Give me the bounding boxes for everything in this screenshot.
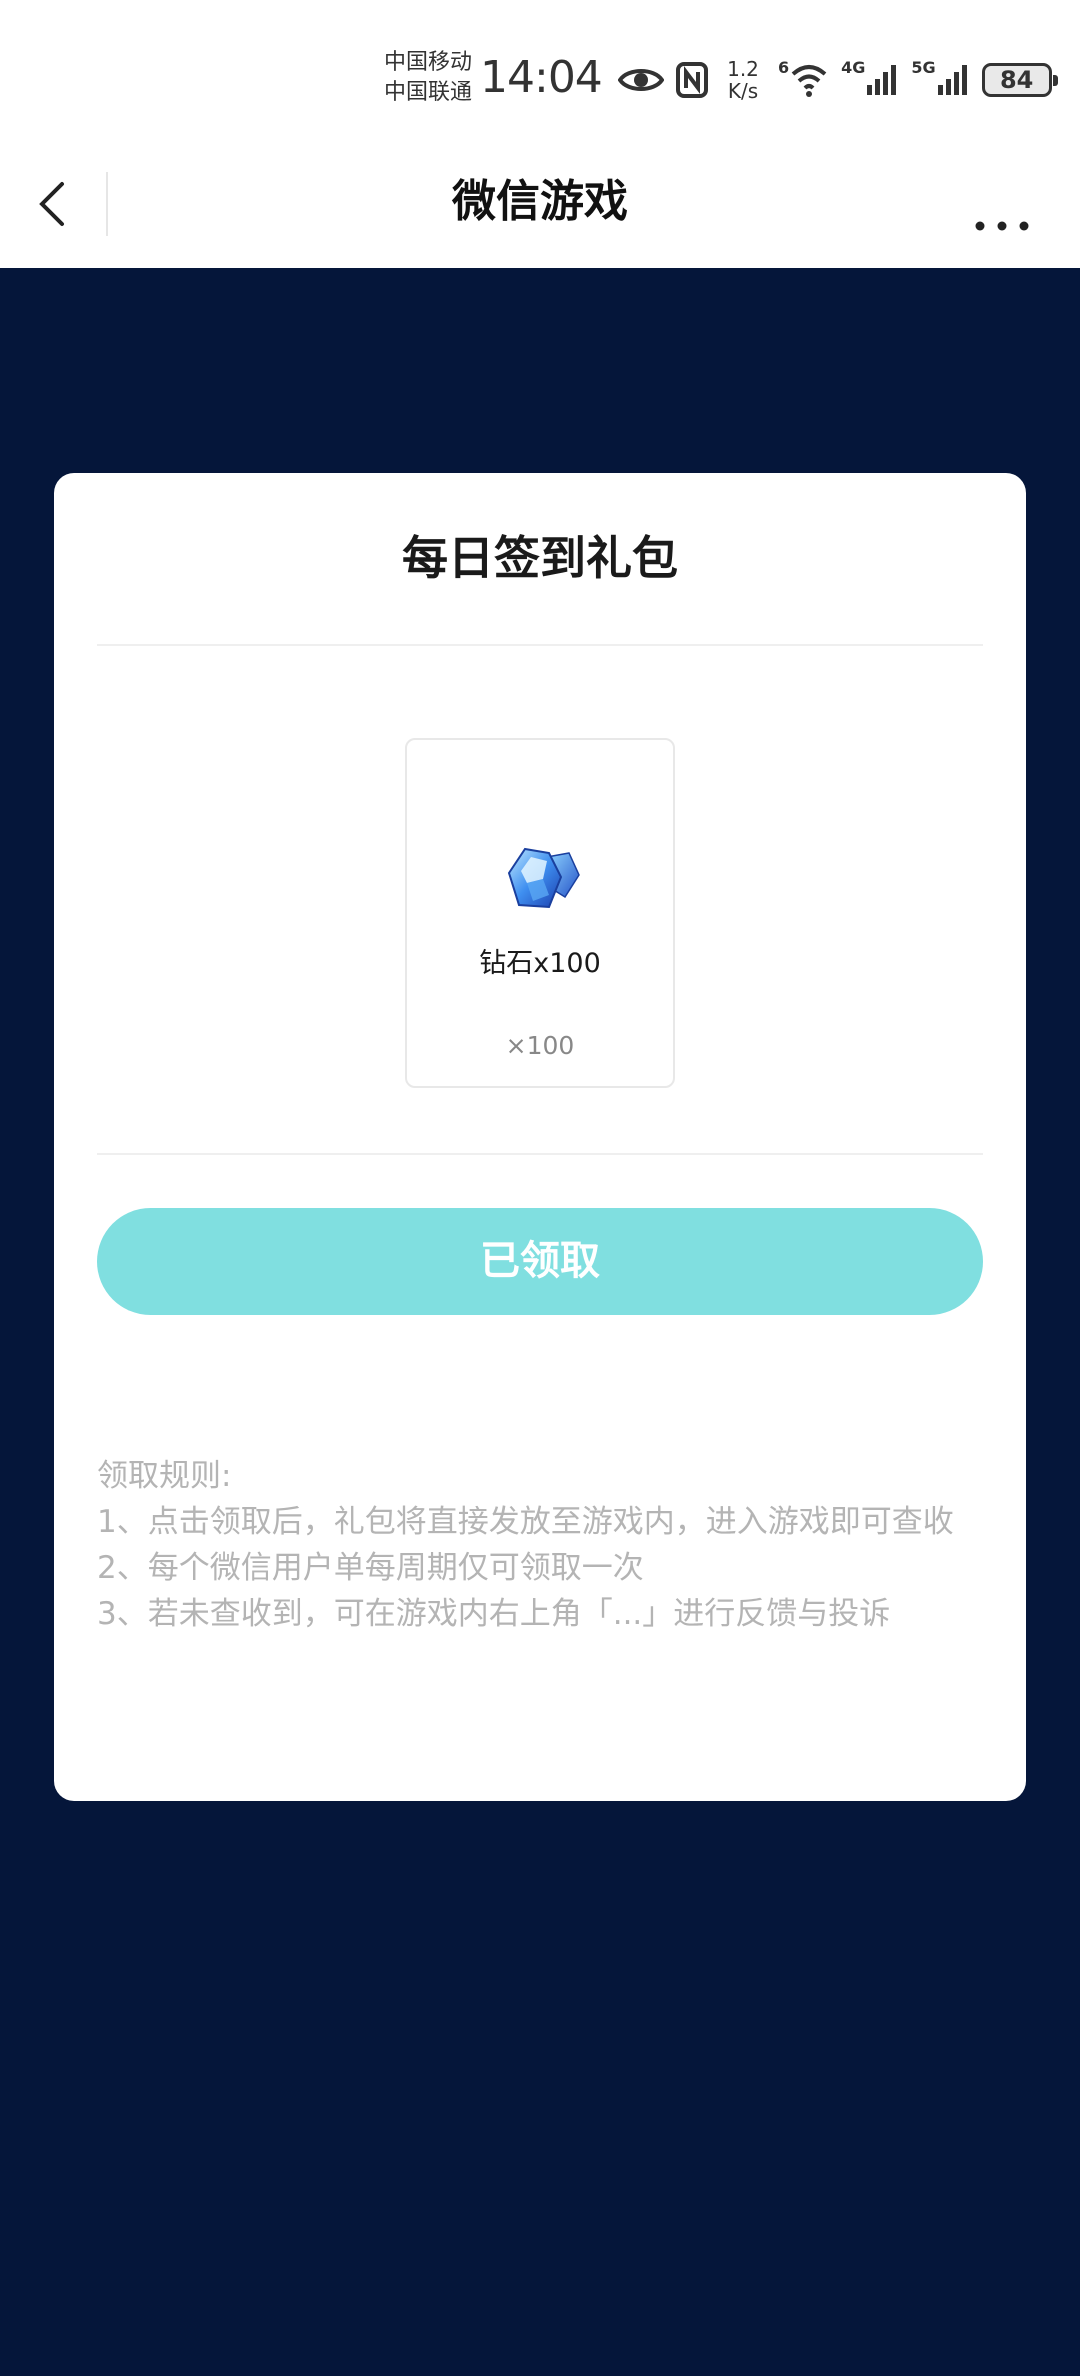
- nav-bar: 微信游戏: [0, 150, 1080, 268]
- signal-1-icon: [867, 65, 897, 95]
- battery-level: 84: [999, 66, 1034, 94]
- divider: [97, 644, 983, 646]
- item-quantity: ×100: [505, 1031, 575, 1060]
- carrier-2: 中国联通: [384, 80, 473, 105]
- rules-line-1: 1、点击领取后，礼包将直接发放至游戏内，进入游戏即可查收: [97, 1504, 954, 1540]
- signal-2-icon: [937, 65, 967, 95]
- net-speed-unit: K/s: [727, 79, 759, 103]
- net-speed: 1.2 K/s: [720, 58, 766, 102]
- signal-2-label: 5G: [911, 58, 936, 77]
- item-name: 钻石x100: [479, 948, 601, 979]
- claimed-button[interactable]: 已领取: [97, 1208, 983, 1315]
- rules-heading: 领取规则:: [97, 1458, 232, 1494]
- wifi-icon: [791, 65, 827, 97]
- carrier-1: 中国移动: [384, 50, 473, 75]
- nfc-icon: [676, 62, 708, 98]
- rules-section: 领取规则: 1、点击领取后，礼包将直接发放至游戏内，进入游戏即可查收 2、每个微…: [97, 1453, 997, 1637]
- status-bar: 中国移动 中国联通 14:04 1.2 K/s 6 4G 5G 84: [0, 0, 1080, 150]
- eye-icon: [618, 69, 664, 91]
- divider: [97, 1153, 983, 1155]
- carrier-names: 中国移动 中国联通: [384, 48, 472, 108]
- rules-line-3: 3、若未查收到，可在游戏内右上角「...」进行反馈与投诉: [97, 1596, 891, 1632]
- rules-line-2: 2、每个微信用户单每周期仅可领取一次: [97, 1550, 644, 1586]
- more-dots-icon[interactable]: [972, 172, 1032, 236]
- signal-1-label: 4G: [841, 58, 866, 77]
- status-icons: 1.2 K/s 6 4G 5G 84: [618, 56, 1058, 104]
- page-title: 微信游戏: [452, 176, 628, 227]
- net-speed-value: 1.2: [727, 57, 759, 81]
- wifi-label: 6: [778, 58, 790, 77]
- card-title: 每日签到礼包: [402, 531, 678, 585]
- gift-card: 每日签到礼包 钻石x100 ×100 已领取 领取规则: 1、点击领取后，礼包将…: [54, 473, 1026, 1801]
- battery-icon: 84: [981, 63, 1058, 97]
- diamond-gem-icon: [507, 847, 580, 909]
- reward-item: 钻石x100 ×100: [405, 738, 675, 1088]
- clock: 14:04: [480, 52, 603, 103]
